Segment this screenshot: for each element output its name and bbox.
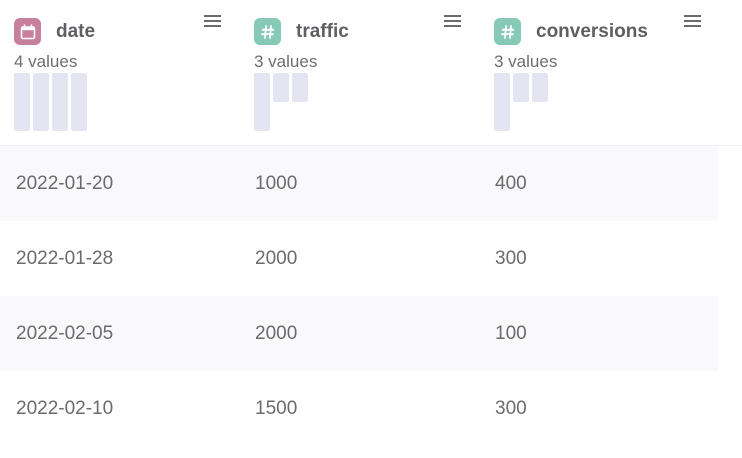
cell-traffic[interactable]: 2000: [255, 221, 297, 296]
calendar-icon: [20, 23, 35, 39]
table-row[interactable]: 2022-01-20 1000 400: [0, 146, 718, 221]
column-values-count: 3 values: [494, 52, 558, 71]
date-type-badge: [14, 18, 41, 45]
histogram-bar: [494, 73, 510, 131]
data-table: date 4 values traffic 3 values conversio…: [0, 0, 742, 458]
hash-icon: [500, 24, 514, 39]
cell-date[interactable]: 2022-01-28: [16, 221, 113, 296]
column-name: date: [56, 21, 96, 42]
column-name: traffic: [296, 21, 349, 42]
histogram-bar: [33, 73, 49, 131]
cell-date[interactable]: 2022-02-05: [16, 296, 113, 371]
histogram-bar: [52, 73, 68, 131]
histogram-bar: [14, 73, 30, 131]
column-histogram: [494, 73, 614, 131]
table-row[interactable]: 2022-02-10 1500 300: [0, 371, 718, 446]
column-values-count: 3 values: [254, 52, 318, 71]
cell-traffic[interactable]: 2000: [255, 296, 297, 371]
column-header-traffic[interactable]: traffic 3 values: [254, 0, 494, 146]
table-row[interactable]: 2022-02-05 2000 100: [0, 296, 718, 371]
cell-conversions[interactable]: 400: [495, 146, 527, 221]
histogram-bar: [513, 73, 529, 102]
histogram-bar: [71, 73, 87, 131]
histogram-bar: [292, 73, 308, 102]
column-name: conversions: [536, 21, 648, 42]
table-body: 2022-01-20 1000 400 2022-01-28 2000 300 …: [0, 146, 742, 446]
histogram-bar: [532, 73, 548, 102]
conversions-type-badge: [494, 18, 521, 45]
column-histogram: [254, 73, 374, 131]
cell-traffic[interactable]: 1500: [255, 371, 297, 446]
histogram-bar: [254, 73, 270, 131]
cell-conversions[interactable]: 100: [495, 296, 527, 371]
cell-traffic[interactable]: 1000: [255, 146, 297, 221]
column-values-count: 4 values: [14, 52, 78, 71]
hash-icon: [260, 24, 274, 39]
column-histogram: [14, 73, 134, 131]
column-menu-icon[interactable]: [684, 14, 701, 28]
table-row[interactable]: 2022-01-28 2000 300: [0, 221, 718, 296]
table-header: date 4 values traffic 3 values conversio…: [0, 0, 742, 146]
cell-date[interactable]: 2022-01-20: [16, 146, 113, 221]
traffic-type-badge: [254, 18, 281, 45]
histogram-bar: [273, 73, 289, 102]
cell-conversions[interactable]: 300: [495, 221, 527, 296]
column-menu-icon[interactable]: [204, 14, 221, 28]
column-header-date[interactable]: date 4 values: [14, 0, 254, 146]
cell-conversions[interactable]: 300: [495, 371, 527, 446]
column-menu-icon[interactable]: [444, 14, 461, 28]
column-header-conversions[interactable]: conversions 3 values: [494, 0, 734, 146]
cell-date[interactable]: 2022-02-10: [16, 371, 113, 446]
